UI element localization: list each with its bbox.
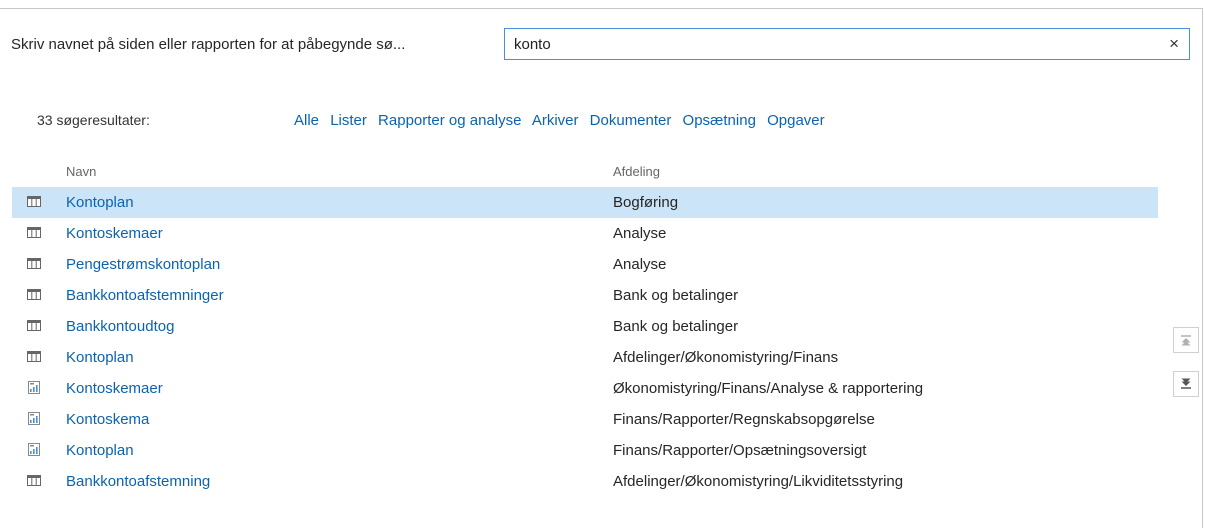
filter-lists[interactable]: Lister	[330, 112, 367, 129]
row-department: Bank og betalinger	[613, 318, 739, 335]
table-row[interactable]: Bankkontoafstemning Afdelinger/Økonomisty…	[12, 466, 1158, 497]
report-icon	[28, 412, 40, 425]
list-icon	[27, 351, 41, 362]
table-row[interactable]: Kontoskemaer Økonomistyring/Finans/Analys…	[12, 373, 1158, 404]
table-row[interactable]: Kontoplan Afdelinger/Økonomistyring/Finan…	[12, 342, 1158, 373]
row-department: Finans/Rapporter/Opsætningsoversigt	[613, 442, 867, 459]
row-name-link[interactable]: Bankkontoafstemninger	[66, 287, 224, 304]
row-name-link[interactable]: Pengestrømskontoplan	[66, 256, 220, 273]
row-department: Afdelinger/Økonomistyring/Likviditetssty…	[613, 473, 904, 490]
filter-bar: Alle Lister Rapporter og analyse Arkiver…	[294, 112, 832, 129]
column-header-name[interactable]: Navn	[66, 164, 96, 179]
list-icon	[27, 475, 41, 486]
table-row[interactable]: Bankkontoafstemninger Bank og betalinger	[12, 280, 1158, 311]
row-department: Bank og betalinger	[613, 287, 739, 304]
row-name-link[interactable]: Bankkontoudtog	[66, 318, 174, 335]
table-row[interactable]: Kontoplan Finans/Rapporter/Opsætningsover…	[12, 435, 1158, 466]
list-icon	[27, 227, 41, 238]
list-icon	[27, 320, 41, 331]
search-input[interactable]	[505, 29, 1154, 59]
list-icon	[27, 196, 41, 207]
table-row[interactable]: Kontoplan Bogføring	[12, 187, 1158, 218]
search-label: Skriv navnet på siden eller rapporten fo…	[11, 36, 406, 53]
row-name-link[interactable]: Kontoskemaer	[66, 225, 163, 242]
row-name-link[interactable]: Bankkontoafstemning	[66, 473, 210, 490]
list-icon	[27, 289, 41, 300]
scroll-to-bottom-icon	[1181, 378, 1191, 389]
row-name-link[interactable]: Kontoplan	[66, 349, 134, 366]
filter-all[interactable]: Alle	[294, 112, 319, 129]
results-list: Kontoplan Bogføring Kontoskemaer Analyse Pen…	[12, 187, 1158, 497]
row-name-link[interactable]: Kontoskemaer	[66, 380, 163, 397]
row-department: Analyse	[613, 256, 667, 273]
table-row[interactable]: Kontoskema Finans/Rapporter/Regnskabsopgø…	[12, 404, 1158, 435]
row-department: Afdelinger/Økonomistyring/Finans	[613, 349, 839, 366]
filter-reports-analysis[interactable]: Rapporter og analyse	[378, 112, 521, 129]
list-icon	[27, 258, 41, 269]
filter-archives[interactable]: Arkiver	[532, 112, 579, 129]
filter-documents[interactable]: Dokumenter	[590, 112, 672, 129]
row-department: Analyse	[613, 225, 667, 242]
row-name-link[interactable]: Kontoskema	[66, 411, 149, 428]
clear-search-button[interactable]: ×	[1169, 35, 1179, 53]
column-header-department[interactable]: Afdeling	[613, 164, 660, 179]
result-count: 33 søgeresultater:	[37, 112, 150, 128]
table-row[interactable]: Bankkontoudtog Bank og betalinger	[12, 311, 1158, 342]
table-row[interactable]: Kontoskemaer Analyse	[12, 218, 1158, 249]
scroll-to-top-icon	[1181, 335, 1191, 346]
row-department: Økonomistyring/Finans/Analyse & rapporte…	[613, 380, 924, 397]
scroll-to-top-button[interactable]	[1173, 327, 1199, 353]
report-icon	[28, 443, 40, 456]
scroll-to-bottom-button[interactable]	[1173, 371, 1199, 397]
row-name-link[interactable]: Kontoplan	[66, 442, 134, 459]
report-icon	[28, 381, 40, 394]
row-department: Finans/Rapporter/Regnskabsopgørelse	[613, 411, 875, 428]
row-name-link[interactable]: Kontoplan	[66, 194, 134, 211]
row-department: Bogføring	[613, 194, 679, 211]
table-row[interactable]: Pengestrømskontoplan Analyse	[12, 249, 1158, 280]
search-box[interactable]: ×	[504, 28, 1190, 60]
filter-tasks[interactable]: Opgaver	[767, 112, 825, 129]
filter-setup[interactable]: Opsætning	[683, 112, 756, 129]
